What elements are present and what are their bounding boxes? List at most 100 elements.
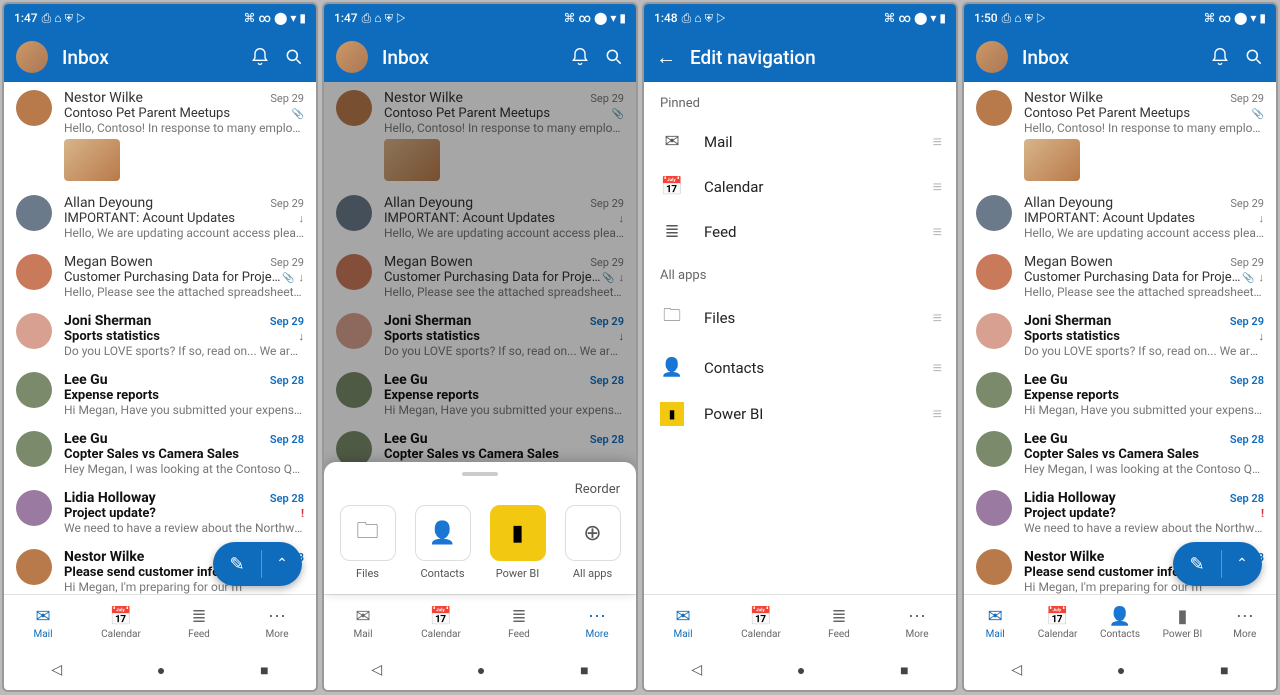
attachment-icon [1242, 271, 1254, 284]
chevron-up-icon[interactable]: ⌃ [1222, 556, 1262, 572]
fab[interactable]: ✎ ⌃ [213, 542, 302, 586]
bell-icon[interactable] [1210, 47, 1230, 67]
email-row[interactable]: Lidia HollowaySep 28 Project update?! We… [964, 482, 1276, 541]
sheet-app-label: Power BI [496, 567, 540, 580]
powerbi-icon: ▮ [660, 402, 684, 426]
reorder-link[interactable]: Reorder [324, 482, 636, 505]
sender-name: Lee Gu [1024, 431, 1068, 447]
status-bar: 1:50⎙ ⌂ ⛨ ▷ ⌘ ∞ ⬤ ▾ ▮ [964, 4, 1276, 32]
nav-row-powerbi[interactable]: ▮ Power BI ≡ [644, 390, 956, 438]
nav-feed[interactable]: ≣ Feed [480, 595, 558, 650]
email-row[interactable]: Lidia HollowaySep 28 Project update?! We… [4, 482, 316, 541]
nav-feed[interactable]: ≣ Feed [800, 595, 878, 650]
home-button[interactable]: ● [1117, 662, 1125, 679]
email-row[interactable]: Megan BowenSep 29 Customer Purchasing Da… [4, 246, 316, 305]
nav-label: Calendar [421, 629, 461, 640]
back-button[interactable]: ◁ [1011, 662, 1022, 678]
sheet-apps: 🗀 Files 👤 Contacts ▮ Power BI ⊕ All apps [324, 505, 636, 580]
recents-button[interactable]: ■ [260, 662, 268, 679]
email-row[interactable]: Nestor WilkeSep 29 Contoso Pet Parent Me… [964, 82, 1276, 187]
home-button[interactable]: ● [157, 662, 165, 679]
nav-mail[interactable]: ✉ Mail [324, 595, 402, 650]
recents-button[interactable]: ■ [580, 662, 588, 679]
email-row[interactable]: Nestor WilkeSep 29 Contoso Pet Parent Me… [4, 82, 316, 187]
sender-name: Nestor Wilke [1024, 90, 1103, 106]
email-row[interactable]: Lee GuSep 28 Expense reports Hi Megan, H… [4, 364, 316, 423]
nav-powerbi[interactable]: ▮ Power BI [1151, 595, 1213, 650]
recents-button[interactable]: ■ [1220, 662, 1228, 679]
nav-row-files[interactable]: 🗀 Files ≡ [644, 291, 956, 345]
search-icon[interactable] [604, 47, 624, 67]
nav-row-contacts[interactable]: 👤 Contacts ≡ [644, 345, 956, 390]
bell-icon[interactable] [570, 47, 590, 67]
nav-row-calendar[interactable]: 📅 Calendar ≡ [644, 164, 956, 209]
nav-mail[interactable]: ✉ Mail [4, 595, 82, 650]
chevron-up-icon[interactable]: ⌃ [262, 556, 302, 572]
attachment-thumbnail[interactable] [1024, 139, 1080, 181]
sheet-app-files[interactable]: 🗀 Files [340, 505, 396, 580]
nav-more[interactable]: ⋯ More [878, 595, 956, 650]
drag-handle-icon[interactable]: ≡ [933, 222, 940, 242]
nav-contacts[interactable]: 👤 Contacts [1089, 595, 1151, 650]
android-nav: ◁ ● ■ [964, 650, 1276, 690]
nav-calendar[interactable]: 📅 Calendar [722, 595, 800, 650]
email-row[interactable]: Megan BowenSep 29 Customer Purchasing Da… [964, 246, 1276, 305]
nav-row-label: Feed [704, 223, 913, 241]
sender-name: Lee Gu [1024, 372, 1068, 388]
sheet-app-allapps[interactable]: ⊕ All apps [565, 505, 621, 580]
account-avatar[interactable] [336, 41, 368, 73]
drag-handle-icon[interactable]: ≡ [933, 132, 940, 152]
nav-more[interactable]: ⋯ More [558, 595, 636, 650]
home-button[interactable]: ● [797, 662, 805, 679]
email-list-4[interactable]: Nestor WilkeSep 29 Contoso Pet Parent Me… [964, 82, 1276, 594]
recents-button[interactable]: ■ [900, 662, 908, 679]
nav-calendar[interactable]: 📅 Calendar [402, 595, 480, 650]
back-button[interactable]: ◁ [371, 662, 382, 678]
sender-name: Joni Sherman [64, 313, 151, 329]
nav-more[interactable]: ⋯ More [238, 595, 316, 650]
sheet-handle[interactable] [462, 472, 498, 476]
home-button[interactable]: ● [477, 662, 485, 679]
search-icon[interactable] [1244, 47, 1264, 67]
drag-handle-icon[interactable]: ≡ [933, 308, 940, 328]
email-row[interactable]: Lee GuSep 28 Copter Sales vs Camera Sale… [964, 423, 1276, 482]
nav-more[interactable]: ⋯ More [1214, 595, 1276, 650]
email-row[interactable]: Joni ShermanSep 29 Sports statistics Do … [964, 305, 1276, 364]
back-button[interactable]: ◁ [51, 662, 62, 678]
compose-icon[interactable]: ✎ [213, 554, 261, 575]
fab[interactable]: ✎ ⌃ [1173, 542, 1262, 586]
back-arrow-icon[interactable]: ← [656, 47, 676, 67]
nav-label: More [1233, 629, 1256, 640]
search-icon[interactable] [284, 47, 304, 67]
nav-label: Feed [828, 629, 850, 640]
bell-icon[interactable] [250, 47, 270, 67]
email-row[interactable]: Lee GuSep 28 Copter Sales vs Camera Sale… [4, 423, 316, 482]
nav-calendar[interactable]: 📅 Calendar [1026, 595, 1088, 650]
nav-row-feed[interactable]: ≣ Feed ≡ [644, 209, 956, 254]
nav-mail[interactable]: ✉ Mail [964, 595, 1026, 650]
sheet-app-label: All apps [573, 567, 612, 580]
email-row[interactable]: Joni ShermanSep 29 Sports statistics Do … [4, 305, 316, 364]
attachment-thumbnail[interactable] [64, 139, 120, 181]
drag-handle-icon[interactable]: ≡ [933, 177, 940, 197]
sender-avatar [16, 313, 52, 349]
nav-calendar[interactable]: 📅 Calendar [82, 595, 160, 650]
nav-row-mail[interactable]: ✉ Mail ≡ [644, 119, 956, 164]
account-avatar[interactable] [16, 41, 48, 73]
email-list-1[interactable]: Nestor WilkeSep 29 Contoso Pet Parent Me… [4, 82, 316, 594]
nav-feed[interactable]: ≣ Feed [160, 595, 238, 650]
nav-mail[interactable]: ✉ Mail [644, 595, 722, 650]
email-row[interactable]: Allan DeyoungSep 29 IMPORTANT: Acount Up… [4, 187, 316, 246]
allapps-list: 🗀 Files ≡ 👤 Contacts ≡ ▮ Power BI ≡ [644, 291, 956, 438]
android-nav: ◁ ● ■ [4, 650, 316, 690]
back-button[interactable]: ◁ [691, 662, 702, 678]
drag-handle-icon[interactable]: ≡ [933, 404, 940, 424]
compose-icon[interactable]: ✎ [1173, 554, 1221, 575]
nav-label: Mail [673, 629, 692, 640]
sheet-app-contacts[interactable]: 👤 Contacts [415, 505, 471, 580]
email-row[interactable]: Allan DeyoungSep 29 IMPORTANT: Acount Up… [964, 187, 1276, 246]
sheet-app-powerbi[interactable]: ▮ Power BI [490, 505, 546, 580]
email-row[interactable]: Lee GuSep 28 Expense reports Hi Megan, H… [964, 364, 1276, 423]
drag-handle-icon[interactable]: ≡ [933, 358, 940, 378]
account-avatar[interactable] [976, 41, 1008, 73]
